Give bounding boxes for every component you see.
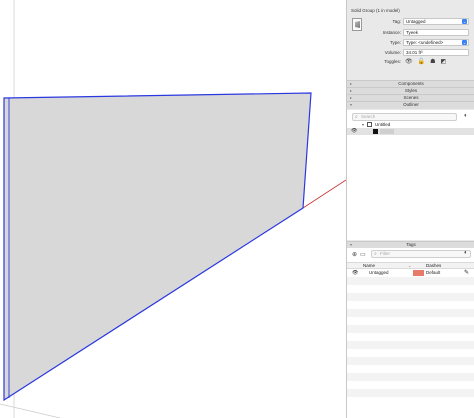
group-face[interactable]	[4, 93, 311, 400]
tray-scenes-label: Scenes	[403, 95, 419, 100]
outliner-item-name: Tyeek	[380, 129, 394, 134]
tray-tags-label: Tags	[406, 242, 416, 247]
outliner-search-input[interactable]: ⌕ Search	[352, 113, 457, 121]
tags-empty-row	[347, 397, 474, 405]
tags-empty-row	[347, 349, 474, 357]
tags-empty-row	[347, 333, 474, 341]
volume-label: Volume:	[384, 50, 401, 55]
tag-label: Tag:	[392, 19, 401, 24]
tray-components[interactable]: ▸ Components	[347, 80, 474, 87]
tags-empty-row	[347, 325, 474, 333]
outliner-model-name: Untitled	[375, 122, 391, 127]
tray-styles[interactable]: ▸ Styles	[347, 87, 474, 94]
tags-empty-row	[347, 309, 474, 317]
type-row: Type: Type: <undefined> ⌄	[347, 39, 474, 48]
type-select[interactable]: Type: <undefined> ⌄	[403, 39, 469, 46]
tags-empty-row	[347, 293, 474, 301]
model-viewport[interactable]	[0, 0, 346, 418]
model-icon	[367, 122, 372, 127]
outliner-search-placeholder: Search	[361, 114, 376, 119]
default-tray: Solid Group (1 in model) Tag: Untagged ⌄…	[346, 0, 474, 418]
tags-empty-row	[347, 357, 474, 365]
tag-select-value: Untagged	[406, 19, 426, 24]
search-icon: ⌕	[355, 114, 358, 120]
tags-empty-row	[347, 277, 474, 285]
tags-empty-row	[347, 341, 474, 349]
volume-value-text: 34.01 ft³	[406, 50, 423, 55]
chevron-down-icon: ⌄	[462, 19, 467, 24]
tray-tags[interactable]: ▾ Tags	[347, 241, 474, 248]
type-label: Type:	[389, 40, 401, 45]
tags-panel: ⊕ ▭ ⌕ Filter ◐ Name ⌄ Dashes 👁 Untagged …	[347, 248, 474, 418]
outliner-options-icon[interactable]: ◐	[464, 113, 471, 120]
toggles-group: 👁 🔓 ☗ ◩	[405, 58, 446, 65]
outliner-item-row[interactable]: 👁 Tyeek	[347, 128, 474, 135]
tag-color-swatch[interactable]	[413, 270, 424, 276]
toggles-label: Toggles:	[384, 59, 401, 64]
chevron-down-icon: ⌄	[462, 40, 467, 45]
instance-input-value: Tyeek	[406, 30, 419, 35]
chevron-down-icon: ▾	[350, 102, 353, 107]
tags-empty-row	[347, 301, 474, 309]
tray-outliner[interactable]: ▾ Outliner	[347, 101, 474, 109]
tag-row: Tag: Untagged ⌄	[347, 18, 474, 27]
lock-icon[interactable]: 🔓	[418, 58, 425, 65]
volume-value: 34.01 ft³	[403, 49, 469, 56]
visible-eye-icon[interactable]: 👁	[351, 128, 357, 135]
volume-row: Volume: 34.01 ft³	[347, 49, 474, 58]
entity-title: Solid Group (1 in model)	[351, 8, 400, 13]
pencil-icon[interactable]: ✎	[464, 269, 469, 277]
visible-eye-icon[interactable]: 👁	[352, 269, 358, 277]
instance-row: Instance: Tyeek	[347, 29, 474, 38]
tag-select[interactable]: Untagged ⌄	[403, 18, 469, 25]
viewport-canvas[interactable]	[0, 0, 346, 418]
tags-filter-input[interactable]: ⌕ Filter	[371, 250, 471, 258]
tray-outliner-label: Outliner	[403, 102, 419, 107]
outliner-model-row[interactable]: ▾ Untitled	[347, 121, 474, 128]
type-select-value: Type: <undefined>	[406, 40, 444, 45]
group-icon	[373, 129, 378, 134]
tag-row-untagged[interactable]: 👁 Untagged Default ✎	[347, 269, 474, 277]
chevron-down-icon: ▾	[362, 122, 365, 127]
visible-eye-icon[interactable]: 👁	[405, 58, 413, 65]
receive-shadows-icon[interactable]: ◩	[441, 58, 447, 65]
tags-options-icon[interactable]: ◐	[464, 250, 471, 257]
tag-name: Untagged	[369, 270, 389, 275]
search-icon: ⌕	[374, 251, 377, 257]
tray-scenes[interactable]: ▸ Scenes	[347, 94, 474, 101]
instance-label: Instance:	[382, 30, 401, 35]
tags-empty-row	[347, 389, 474, 397]
add-tag-icon[interactable]: ⊕	[352, 251, 357, 258]
outliner-panel: ⌕ Search ◐ ▾ Untitled 👁 Tyeek	[347, 110, 474, 240]
tags-empty-row	[347, 365, 474, 373]
tag-dashes[interactable]: Default	[426, 269, 440, 277]
add-folder-icon[interactable]: ▭	[360, 251, 366, 258]
tags-empty-row	[347, 285, 474, 293]
sketchup-window: Solid Group (1 in model) Tag: Untagged ⌄…	[0, 0, 474, 418]
red-axis-line	[302, 179, 346, 209]
tray-styles-label: Styles	[404, 88, 418, 93]
cast-shadows-icon[interactable]: ☗	[430, 58, 435, 65]
tags-column-header: Name ⌄ Dashes	[347, 262, 474, 269]
instance-input[interactable]: Tyeek	[403, 29, 469, 36]
blue-axis-line	[0, 403, 61, 418]
tags-empty-row	[347, 373, 474, 381]
tags-empty-row	[347, 317, 474, 325]
tags-filter-placeholder: Filter	[380, 251, 390, 256]
tags-empty-row	[347, 381, 474, 389]
tray-components-label: Components	[398, 81, 424, 86]
